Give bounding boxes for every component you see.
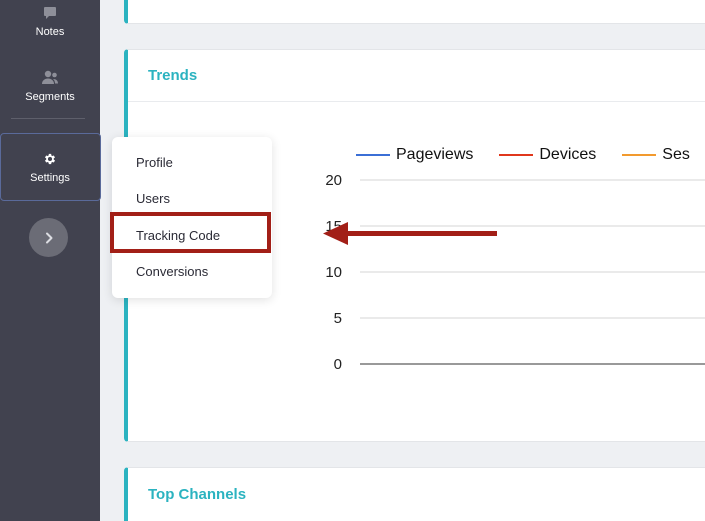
legend-swatch xyxy=(356,154,390,156)
legend-swatch xyxy=(499,154,534,156)
top-card xyxy=(124,0,705,24)
legend-label: Pageviews xyxy=(396,146,474,163)
sidebar-expand-button[interactable] xyxy=(29,218,68,257)
chart-y-axis: 20151050 xyxy=(325,172,342,373)
sidebar-item-label: Notes xyxy=(35,26,65,38)
legend-swatch xyxy=(622,154,657,156)
y-tick-label: 20 xyxy=(325,172,342,189)
chart-legend: Pageviews Devices Ses xyxy=(356,146,705,164)
sidebar-item-segments[interactable]: Segments xyxy=(0,70,100,103)
legend-label: Devices xyxy=(539,146,597,163)
legend-label: Ses xyxy=(662,146,690,163)
annotation-arrow xyxy=(323,222,497,245)
menu-item-profile[interactable]: Profile xyxy=(136,155,173,170)
menu-item-users[interactable]: Users xyxy=(136,191,170,206)
users-icon xyxy=(42,70,58,84)
y-tick-label: 5 xyxy=(334,310,342,327)
top-channels-title: Top Channels xyxy=(148,485,247,503)
top-channels-card: Top Channels xyxy=(124,467,705,521)
sidebar-item-label: Settings xyxy=(30,172,70,184)
trends-chart: 20151050 xyxy=(325,172,705,373)
menu-item-conversions[interactable]: Conversions xyxy=(136,264,208,279)
y-tick-label: 0 xyxy=(334,356,342,373)
chevron-right-icon xyxy=(45,232,52,243)
sidebar: Notes Segments Settings xyxy=(0,0,101,521)
sidebar-item-label: Segments xyxy=(25,91,75,103)
sidebar-item-settings[interactable]: Settings xyxy=(0,152,100,184)
comment-icon xyxy=(44,7,56,19)
sidebar-divider xyxy=(11,118,85,119)
legend-item-sessions[interactable]: Ses xyxy=(622,146,690,164)
sidebar-item-notes[interactable]: Notes xyxy=(0,6,100,38)
trends-title: Trends xyxy=(128,50,705,102)
y-tick-label: 10 xyxy=(325,264,342,281)
highlight-annotation-box xyxy=(110,212,271,253)
legend-item-devices[interactable]: Devices xyxy=(499,146,596,164)
gear-icon xyxy=(44,153,56,165)
legend-item-pageviews[interactable]: Pageviews xyxy=(356,146,473,164)
chart-grid xyxy=(360,179,705,365)
